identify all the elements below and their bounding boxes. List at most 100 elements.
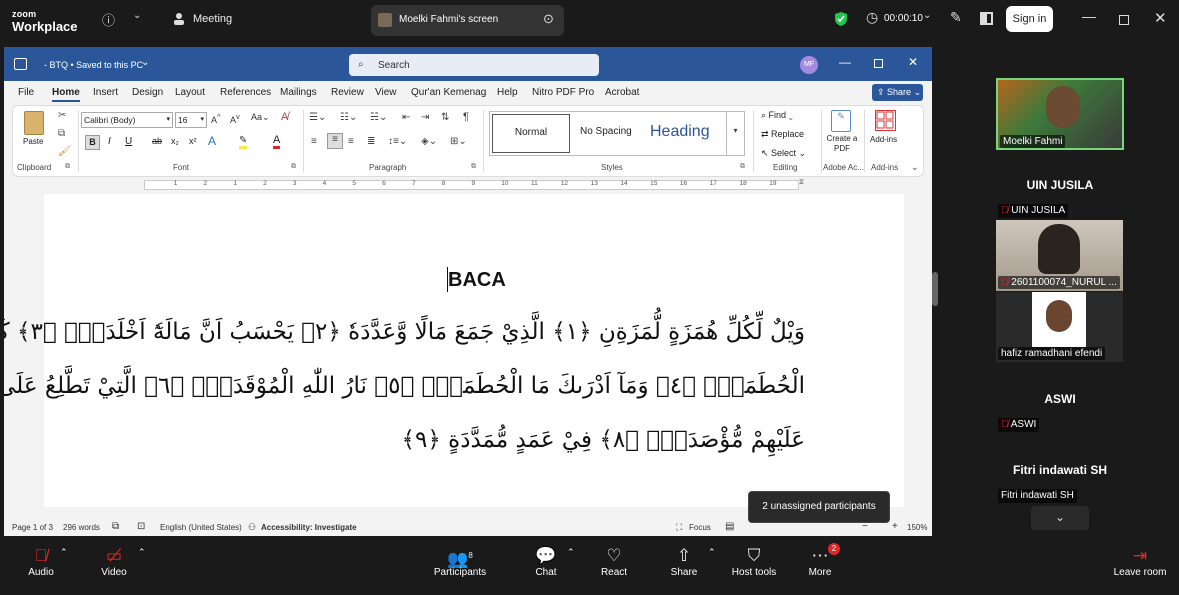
audio-button[interactable]: 🎙̸ Audio — [24, 545, 58, 578]
accessibility-status[interactable]: Accessibility: Investigate — [261, 523, 357, 532]
tab-view[interactable]: View — [375, 87, 397, 98]
change-case-icon[interactable]: Aa⌄ — [251, 112, 270, 123]
style-no-spacing[interactable]: No Spacing — [580, 126, 632, 137]
numbering-icon[interactable]: ☷⌄ — [340, 112, 357, 123]
line-spacing-icon[interactable]: ↕≡⌄ — [388, 136, 407, 147]
tab-help[interactable]: Help — [497, 87, 518, 98]
sort-icon[interactable]: ⇅ — [441, 112, 449, 123]
annotate-pen-icon[interactable]: ✎ — [950, 9, 962, 26]
share-options-chevron-icon[interactable]: ⌃ — [708, 547, 716, 558]
tab-references[interactable]: References — [220, 87, 271, 98]
word-close-icon[interactable]: ✕ — [908, 55, 918, 69]
encryption-shield-icon[interactable] — [834, 11, 848, 27]
chevron-down-icon[interactable]: ⌄ — [133, 10, 141, 21]
react-button[interactable]: ♡ React — [598, 545, 630, 578]
screen-share-tab[interactable]: Moelki Fahmi's screen ⊙ — [371, 5, 564, 36]
align-right-icon[interactable]: ≡ — [348, 136, 354, 147]
focus-mode[interactable]: Focus — [689, 523, 711, 532]
participant-tile-nurul[interactable]: 🎙̸ 2601100074_NURUL ... — [996, 220, 1123, 291]
highlight-color-icon[interactable]: ✎ — [239, 135, 248, 149]
user-avatar[interactable]: MF — [800, 56, 818, 74]
select-button[interactable]: ↖ Select ⌄ — [761, 148, 806, 159]
participant-tile-hafiz[interactable]: hafiz ramadhani efendi — [996, 292, 1123, 362]
copy-icon[interactable]: ⧉ — [58, 128, 65, 139]
word-app-icon[interactable] — [14, 58, 27, 70]
title-chevron-icon[interactable]: ⌄ — [141, 57, 149, 68]
paragraph-launcher-icon[interactable]: ⧉ — [471, 163, 476, 171]
replace-button[interactable]: ⇄ Replace — [761, 129, 804, 140]
superscript-icon[interactable]: x² — [189, 136, 197, 146]
chat-button[interactable]: 💬 Chat — [532, 545, 560, 578]
tab-nitro-pdf[interactable]: Nitro PDF Pro — [532, 87, 594, 98]
tab-acrobat[interactable]: Acrobat — [605, 87, 639, 98]
share-button[interactable]: ⇪ Share ⌄ — [872, 84, 923, 101]
shrink-font-icon[interactable]: Av — [230, 112, 240, 125]
cut-icon[interactable]: ✂ — [58, 110, 66, 121]
grow-font-icon[interactable]: A^ — [211, 112, 221, 125]
arabic-line-2[interactable]: الْحُطَمَةِۖ ﴿٤﴾ وَمَآ اَدْرَىكَ مَا الْ… — [4, 373, 805, 399]
word-restore-icon[interactable] — [874, 59, 883, 68]
paste-label[interactable]: Paste — [23, 137, 43, 146]
add-ins-icon[interactable] — [875, 110, 896, 131]
text-effects-icon[interactable]: A — [208, 134, 216, 148]
right-indent-marker-icon[interactable]: ⧖ — [799, 179, 804, 187]
increase-indent-icon[interactable]: ⇥ — [421, 112, 429, 123]
decrease-indent-icon[interactable]: ⇤ — [402, 112, 410, 123]
find-button[interactable]: ⌕ Find ⌄ — [761, 110, 793, 121]
split-drag-handle[interactable] — [932, 272, 938, 306]
tab-review[interactable]: Review — [331, 87, 364, 98]
gallery-scroll-down-button[interactable]: ⌄ — [1031, 506, 1089, 530]
font-color-icon[interactable]: A — [273, 134, 281, 149]
timer-chevron-icon[interactable]: ⌄ — [923, 10, 931, 21]
create-pdf-label[interactable]: Create a PDF — [825, 134, 859, 154]
video-button[interactable]: ▭̸ Video — [98, 545, 130, 578]
justify-icon[interactable]: ≣ — [367, 136, 375, 147]
info-icon[interactable]: ⓘ — [102, 10, 115, 29]
styles-gallery[interactable]: Normal No Spacing Heading ▾ — [489, 111, 745, 156]
more-options-icon[interactable]: ⊙ — [543, 11, 554, 27]
strikethrough-icon[interactable]: ab — [152, 136, 162, 146]
add-ins-label[interactable]: Add-ins — [870, 135, 897, 144]
create-pdf-icon[interactable]: ✎ — [831, 110, 851, 132]
subscript-icon[interactable]: x₂ — [171, 136, 179, 146]
leave-room-button[interactable]: ⇥ Leave room — [1112, 545, 1168, 578]
font-size-box[interactable]: 16 ▾ — [175, 112, 207, 128]
meeting-label[interactable]: Meeting — [193, 13, 232, 25]
document-page[interactable]: BACA وَيْلٌ لِّكُلِّ هُمَزَةٍ لُّمَزَةِن… — [4, 194, 904, 507]
chat-options-chevron-icon[interactable]: ⌃ — [567, 547, 575, 558]
arabic-line-1[interactable]: وَيْلٌ لِّكُلِّ هُمَزَةٍ لُّمَزَةِنِ ﴿١﴾… — [4, 319, 805, 345]
page-count[interactable]: Page 1 of 3 — [12, 523, 53, 532]
style-heading[interactable]: Heading — [650, 123, 710, 141]
bullets-icon[interactable]: ☰⌄ — [309, 112, 326, 123]
share-screen-button[interactable]: ⇧ Share — [668, 545, 700, 578]
meeting-people-icon[interactable] — [172, 12, 186, 26]
clipboard-launcher-icon[interactable]: ⧉ — [65, 163, 70, 171]
align-left-icon[interactable]: ≡ — [311, 136, 317, 147]
document-title[interactable]: - BTQ • Saved to this PC — [44, 60, 143, 70]
maximize-icon[interactable] — [1119, 15, 1129, 25]
font-name-box[interactable]: Calibri (Body) ▾ — [81, 112, 173, 128]
format-painter-icon[interactable]: 🖌 — [58, 146, 71, 157]
horizontal-ruler[interactable]: 1 2 1 2 3 4 5 6 7 8 9 10 11 12 13 14 15 16 17 18 19 ⧖ — [4, 177, 932, 193]
italic-icon[interactable]: I — [108, 136, 111, 147]
bold-icon[interactable]: B — [85, 135, 100, 150]
zoom-level[interactable]: 150% — [907, 523, 927, 532]
zoom-in-icon[interactable]: + — [892, 521, 898, 532]
macro-icon[interactable]: ⊡ — [137, 521, 145, 532]
vertical-ruler[interactable] — [8, 197, 18, 517]
language-status[interactable]: English (United States) — [160, 523, 242, 532]
tab-insert[interactable]: Insert — [93, 87, 118, 98]
styles-expand-icon[interactable]: ▾ — [726, 112, 744, 155]
style-normal[interactable]: Normal — [492, 114, 570, 153]
tab-file[interactable]: File — [18, 87, 34, 98]
show-formatting-icon[interactable]: ¶ — [463, 111, 469, 123]
font-launcher-icon[interactable]: ⧉ — [291, 163, 296, 171]
read-mode-icon[interactable]: ▤ — [725, 521, 734, 532]
word-minimize-icon[interactable]: — — [839, 55, 851, 69]
shading-icon[interactable]: ◈⌄ — [421, 136, 437, 147]
unassigned-participants-tooltip[interactable]: 2 unassigned participants — [748, 491, 890, 523]
paste-icon[interactable] — [24, 111, 44, 135]
word-search-box[interactable]: ⌕ Search — [349, 54, 599, 76]
tab-mailings[interactable]: Mailings — [280, 87, 317, 98]
collapse-ribbon-icon[interactable]: ⌄ — [911, 162, 919, 173]
